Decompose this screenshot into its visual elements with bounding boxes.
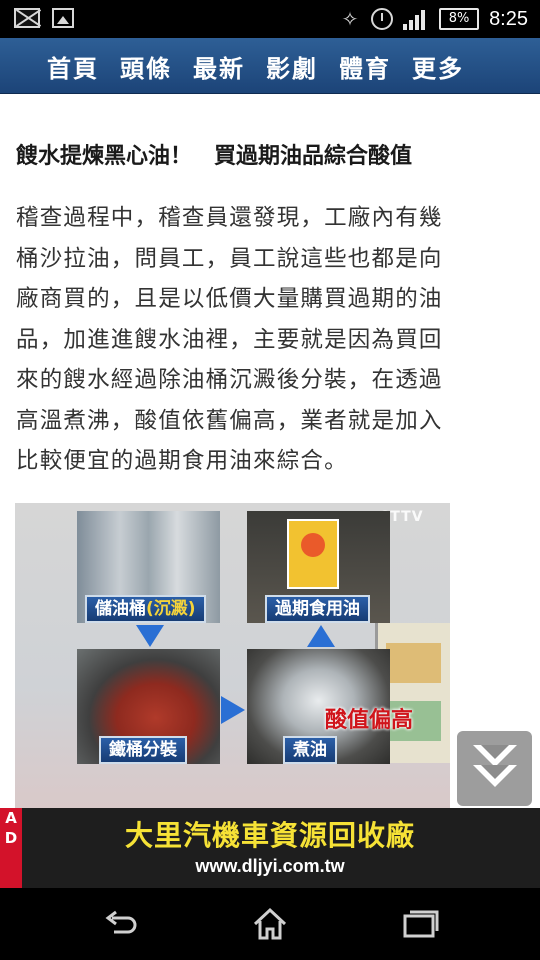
nav-item-sports[interactable]: 體育: [339, 49, 391, 84]
paragraph-line: 廠商買的，且是以低價大量購買過期的油: [16, 286, 443, 312]
nav-item-entertainment[interactable]: 影劇: [266, 49, 318, 84]
acid-value-high-text: 酸值偏高: [325, 708, 414, 733]
ad-banner[interactable]: A D 大里汽機車資源回收廠 www.dljyi.com.tw: [0, 808, 540, 888]
nav-item-latest[interactable]: 最新: [193, 49, 245, 84]
battery-icon: 8%: [439, 8, 480, 30]
recent-apps-icon: [403, 910, 439, 938]
back-button[interactable]: [100, 904, 140, 944]
system-nav-bar: [0, 888, 540, 960]
paragraph-line: 稽查過程中，稽查員還發現，工廠內有幾: [16, 205, 443, 231]
recent-apps-button[interactable]: [400, 904, 440, 944]
image-icon: [52, 8, 74, 28]
arrow-down-icon: [136, 625, 164, 647]
double-chevron-down-icon: [473, 745, 517, 767]
paragraph-line: 比較便宜的過期食用油來綜合。: [16, 448, 348, 474]
article-body[interactable]: 餿水提煉黑心油！ 買過期油品綜合酸值 稽查過程中，稽查員還發現，工廠內有幾 桶沙…: [0, 94, 540, 808]
back-icon: [105, 910, 137, 934]
label-expired-oil: 過期食用油: [265, 595, 370, 623]
label-storage-tank-text: 儲油桶: [95, 599, 146, 619]
article-paragraph: 稽查過程中，稽查員還發現，工廠內有幾 桶沙拉油，問員工，員工說這些也都是向 廠商…: [16, 198, 506, 482]
nav-item-more[interactable]: 更多: [412, 49, 464, 84]
label-boil-oil: 煮油: [283, 736, 337, 764]
clock: 8:25: [489, 7, 528, 30]
label-iron-drum: 鐵桶分裝: [99, 736, 187, 764]
signal-icon: [403, 8, 429, 30]
paragraph-line: 來的餿水經過除油桶沉澱後分裝，在透過: [16, 367, 443, 393]
ad-title: 大里汽機車資源回收廠: [124, 819, 415, 852]
mail-icon: [14, 8, 40, 28]
article-image[interactable]: CTTV 儲油桶(沉澱) 過期食用油 鐵桶分裝 煮油 酸值偏高: [15, 503, 450, 808]
top-nav: 首頁 頭條 最新 影劇 體育 更多: [0, 38, 540, 94]
paragraph-line: 高溫煮沸，酸值依舊偏高，業者就是加入: [16, 407, 443, 434]
alarm-icon: [371, 8, 394, 30]
paragraph-line: 桶沙拉油，問員工，員工說這些也都是向: [16, 245, 443, 272]
nav-item-headlines[interactable]: 頭條: [120, 49, 172, 84]
status-bar: ✧ 8% 8:25: [0, 0, 540, 38]
article-subheading: 餿水提煉黑心油！ 買過期油品綜合酸值: [16, 144, 413, 169]
label-storage-tank: 儲油桶(沉澱): [85, 595, 206, 623]
scrolled-text-fragment: [16, 94, 486, 100]
oil-bottle: [287, 519, 339, 589]
label-storage-tank-accent: (沉澱): [146, 599, 196, 619]
chevron-down-icon: [473, 765, 517, 787]
scroll-down-button[interactable]: [457, 731, 532, 806]
paragraph-line: 品，加進進餿水油裡，主要就是因為買回: [16, 326, 443, 353]
ad-url: www.dljyi.com.tw: [195, 856, 345, 876]
home-button[interactable]: [250, 904, 290, 944]
home-icon: [253, 907, 287, 940]
arrow-right-icon: [221, 696, 245, 724]
nav-item-home[interactable]: 首頁: [47, 49, 99, 84]
vibrate-icon: ✧: [341, 7, 359, 31]
arrow-up-icon: [307, 625, 335, 647]
